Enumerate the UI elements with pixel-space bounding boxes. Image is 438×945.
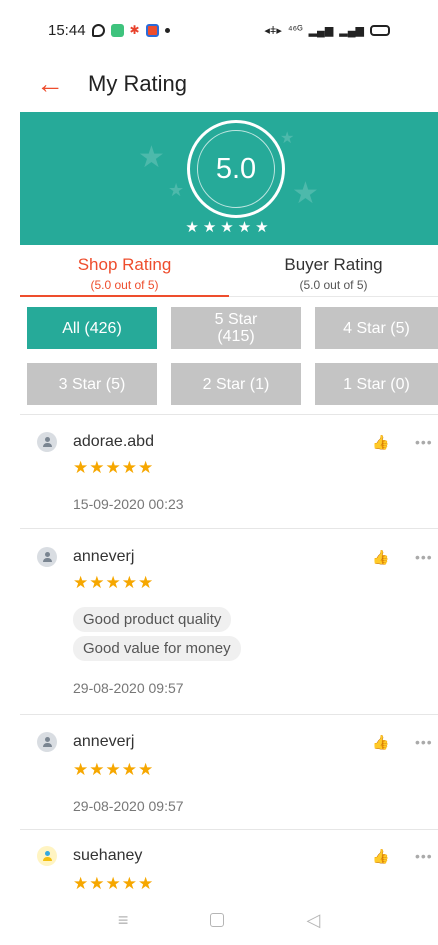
notification-dot-icon	[164, 27, 170, 33]
network-type: ⁴⁶ᴳ	[287, 24, 303, 36]
review-date: 15-09-2020 00:23	[73, 496, 184, 512]
more-options-icon[interactable]: •••	[415, 434, 433, 450]
review-tags: Good product quality Good value for mone…	[73, 607, 241, 665]
tab-buyer-rating[interactable]: Buyer Rating (5.0 out of 5)	[229, 245, 438, 296]
avatar	[37, 547, 57, 567]
background-star-icon: ★	[168, 180, 185, 200]
filter-4-star[interactable]: 4 Star (5)	[315, 307, 438, 349]
status-time: 15:44	[48, 21, 86, 39]
score-ring: 5.0	[187, 120, 285, 218]
tab-label: Shop Rating	[77, 255, 172, 274]
user-icon	[42, 437, 52, 447]
user-icon	[42, 851, 52, 861]
filter-5-star[interactable]: 5 Star (415)	[171, 307, 301, 349]
filter-1-star[interactable]: 1 Star (0)	[315, 363, 438, 405]
more-options-icon[interactable]: •••	[415, 549, 433, 565]
star-filters: All (426) 5 Star (415) 4 Star (5) 3 Star…	[27, 307, 438, 419]
background-star-icon: ★	[138, 141, 165, 174]
tab-sub: (5.0 out of 5)	[90, 278, 159, 292]
review-user: suehaney	[37, 846, 142, 866]
background-star-icon: ★	[280, 130, 295, 147]
more-options-icon[interactable]: •••	[415, 734, 433, 750]
review-stars: ★★★★★	[73, 458, 155, 477]
system-nav-bar: ≡ ◁	[0, 895, 438, 945]
overall-score: 5.0	[215, 152, 257, 185]
status-bar: 15:44 ✱ ◂ǂ▸ ⁴⁶ᴳ ▂▄▆ ▂▄▆	[0, 0, 438, 60]
rating-tabs: Shop Rating (5.0 out of 5) Buyer Rating …	[20, 245, 438, 297]
filter-all[interactable]: All (426)	[27, 307, 157, 349]
menu-icon[interactable]: ≡	[118, 910, 129, 931]
user-icon	[42, 737, 52, 747]
tab-label: Buyer Rating	[284, 255, 383, 274]
review-stars: ★★★★★	[73, 874, 155, 893]
divider	[20, 829, 438, 830]
vibrate-icon: ◂ǂ▸	[264, 24, 282, 37]
back-triangle-icon[interactable]: ◁	[306, 910, 320, 931]
page-title: My Rating	[88, 71, 188, 96]
filter-label: 5 Star (415)	[215, 311, 258, 345]
user-icon	[42, 552, 52, 562]
avatar	[37, 732, 57, 752]
home-icon[interactable]	[210, 913, 225, 927]
shop-app-icon	[145, 23, 159, 37]
thumbs-up-icon[interactable]: 👍	[372, 434, 389, 451]
filter-row: 3 Star (5) 2 Star (1) 1 Star (0)	[27, 363, 438, 405]
active-tab-underline	[20, 295, 229, 297]
score-inner-ring: 5.0	[197, 130, 275, 208]
username: suehaney	[73, 847, 143, 864]
review-date: 29-08-2020 09:57	[73, 680, 184, 696]
status-left: 15:44 ✱	[48, 22, 170, 39]
chat-app-icon	[110, 23, 124, 37]
tab-shop-rating[interactable]: Shop Rating (5.0 out of 5)	[20, 245, 229, 297]
app-outline-icon	[91, 23, 105, 37]
signal-icon: ▂▄▆	[308, 24, 334, 37]
avatar	[37, 432, 57, 452]
filter-2-star[interactable]: 2 Star (1)	[171, 363, 301, 405]
username: adorae.abd	[73, 433, 154, 450]
avatar	[37, 846, 57, 866]
arrow-left-icon[interactable]: ←	[36, 70, 66, 98]
review-user: anneverj	[37, 732, 134, 752]
review-tag: Good value for money	[73, 636, 241, 661]
background-star-icon: ★	[292, 177, 319, 210]
review-user: anneverj	[37, 547, 134, 567]
battery-icon	[370, 24, 390, 36]
status-right: ◂ǂ▸ ⁴⁶ᴳ ▂▄▆ ▂▄▆	[264, 24, 390, 37]
review-stars: ★★★★★	[73, 573, 155, 592]
divider	[20, 528, 438, 529]
thumbs-up-icon[interactable]: 👍	[372, 734, 389, 751]
thumbs-up-icon[interactable]: 👍	[372, 848, 389, 865]
thumbs-up-icon[interactable]: 👍	[372, 549, 389, 566]
review-stars: ★★★★★	[73, 760, 155, 779]
filter-3-star[interactable]: 3 Star (5)	[27, 363, 157, 405]
tab-sub: (5.0 out of 5)	[299, 278, 368, 292]
flower-app-icon: ✱	[129, 23, 140, 37]
review-user: adorae.abd	[37, 432, 154, 452]
divider	[20, 714, 438, 715]
filter-row: All (426) 5 Star (415) 4 Star (5)	[27, 307, 438, 349]
rating-banner: ★ ★ ★ ★ 5.0 ★★★★★	[20, 112, 438, 245]
filter-label-line1: 5 Star	[214, 311, 258, 328]
header: ← My Rating	[0, 60, 438, 108]
username: anneverj	[73, 733, 135, 750]
filter-label-line2: (415)	[217, 328, 255, 345]
username: anneverj	[73, 548, 135, 565]
banner-stars: ★★★★★	[185, 219, 273, 236]
signal-icon-2: ▂▄▆	[339, 24, 364, 37]
review-tag: Good product quality	[73, 607, 232, 632]
review-date: 29-08-2020 09:57	[73, 798, 184, 814]
divider	[20, 414, 438, 415]
more-options-icon[interactable]: •••	[415, 848, 433, 864]
